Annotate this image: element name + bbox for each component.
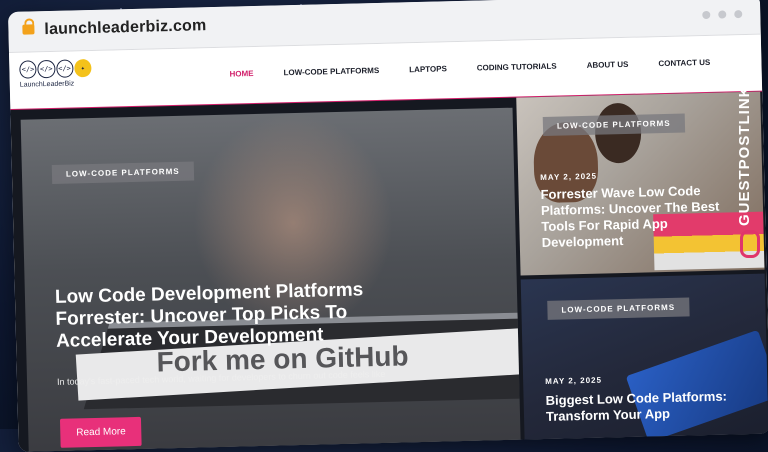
hero-title[interactable]: Low Code Development Platforms Forrester… (55, 278, 436, 353)
post-card[interactable]: LOW-CODE PLATFORMS MAY 2, 2025 Biggest L… (520, 273, 768, 452)
post-date: MAY 2, 2025 (540, 171, 598, 183)
post-title[interactable]: Forrester Wave Low Code Platforms: Uncov… (540, 182, 742, 251)
nav-home[interactable]: HOME (229, 69, 253, 79)
main-nav: HOME LOW-CODE PLATFORMS LAPTOPS CODING T… (229, 58, 710, 79)
post-date: MAY 2, 2025 (545, 375, 603, 386)
lock-icon (22, 24, 35, 35)
window-dot-icon[interactable] (718, 10, 727, 19)
nav-low-code-platforms[interactable]: LOW-CODE PLATFORMS (283, 66, 379, 77)
category-tag[interactable]: LOW-CODE PLATFORMS (542, 113, 685, 136)
window-controls (702, 10, 743, 20)
logo-mark: </> </> </> ✦ (19, 58, 92, 79)
nav-coding-tutorials[interactable]: CODING TUTORIALS (477, 62, 557, 73)
phone-screen-image (625, 329, 768, 443)
code-icon: </> (37, 59, 56, 79)
nav-contact-us[interactable]: CONTACT US (658, 58, 710, 68)
featured-content: Fork me on GitHub LOW-CODE PLATFORMS Low… (10, 91, 768, 452)
nav-about-us[interactable]: ABOUT US (587, 60, 629, 70)
window-dot-icon[interactable] (702, 10, 711, 20)
logo-text: LaunchLeaderBiz (19, 80, 75, 89)
code-icon: </> (55, 59, 74, 78)
window-dot-icon[interactable] (734, 10, 743, 19)
post-title[interactable]: Biggest Low Code Platforms: Transform Yo… (545, 388, 746, 425)
url-text[interactable]: launchleaderbiz.com (44, 17, 206, 39)
category-tag[interactable]: LOW-CODE PLATFORMS (547, 297, 690, 320)
code-icon: </> (19, 60, 37, 79)
spark-icon: ✦ (73, 58, 92, 78)
chain-link-icon (740, 230, 760, 258)
category-tag[interactable]: LOW-CODE PLATFORMS (51, 161, 194, 184)
guestpostlinks-badge: GUESTPOSTLINKS (736, 36, 760, 258)
browser-window: launchleaderbiz.com </> </> </> ✦ Launch… (8, 0, 768, 452)
post-card[interactable]: LOW-CODE PLATFORMS MAY 2, 2025 Forrester… (516, 91, 765, 276)
site-logo[interactable]: </> </> </> ✦ LaunchLeaderBiz (19, 58, 92, 101)
nav-laptops[interactable]: LAPTOPS (409, 64, 447, 74)
badge-text: GUESTPOSTLINKS (736, 74, 753, 226)
hero-post[interactable]: Fork me on GitHub LOW-CODE PLATFORMS Low… (20, 107, 521, 452)
read-more-button[interactable]: Read More (59, 416, 143, 448)
